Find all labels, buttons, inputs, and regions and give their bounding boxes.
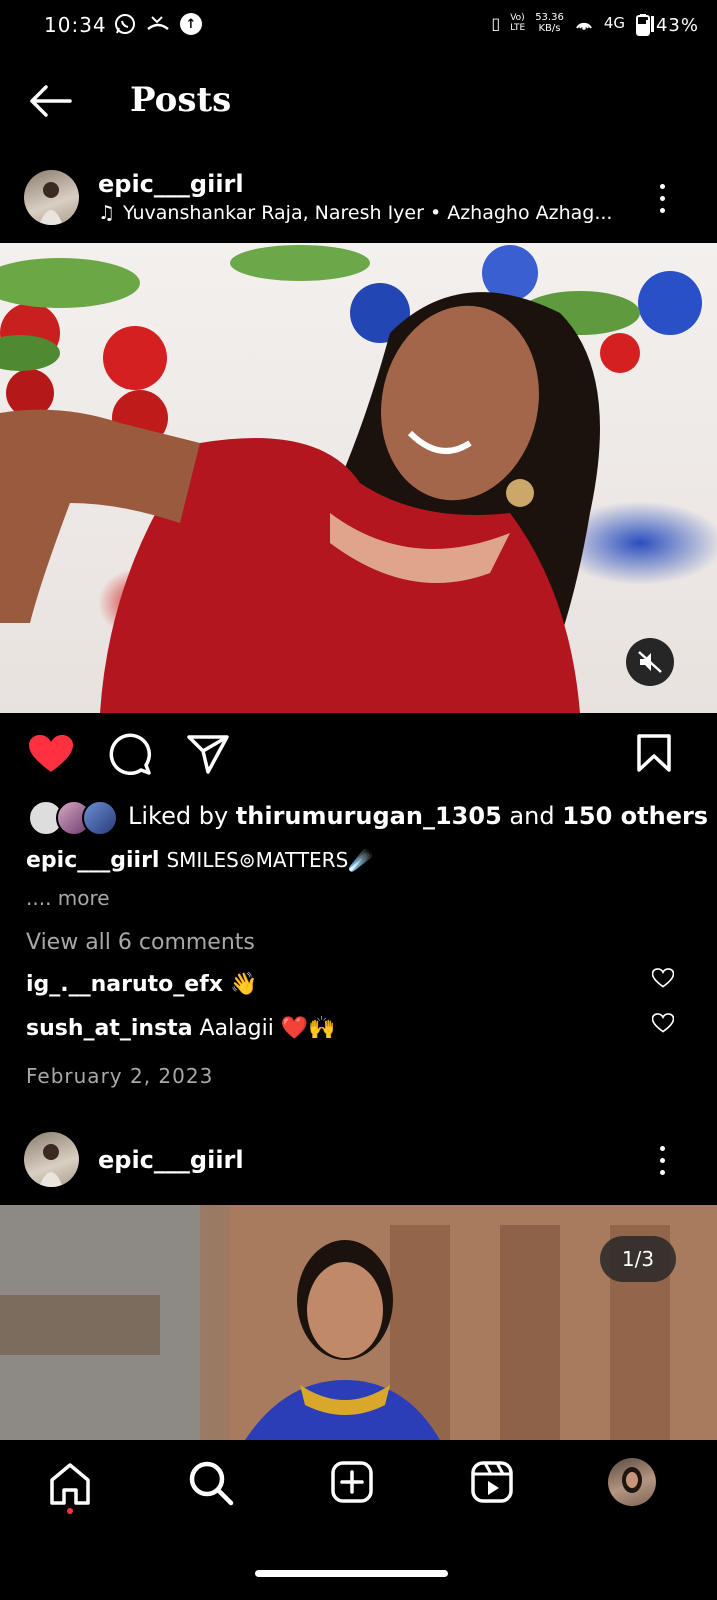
- upload-icon: ↑: [180, 13, 202, 35]
- heart-outline-icon: [651, 1013, 675, 1033]
- comment-row: sush_at_insta Aalagii ❤️🙌: [26, 1016, 336, 1041]
- more-dot: [660, 1170, 665, 1175]
- volte-indicator: Vo) LTE: [510, 13, 526, 33]
- more-dot: [660, 184, 665, 189]
- post-image[interactable]: [0, 243, 717, 713]
- status-bar: 10:34 ↑ ▯ Vo) LTE 53.36 KB/s 4G 43%: [0, 0, 717, 52]
- caption-text: SMILES⊚MATTERS☄️: [166, 848, 374, 872]
- nav-create[interactable]: [330, 1460, 374, 1508]
- back-button[interactable]: [28, 84, 72, 122]
- comment-text: Aalagii ❤️🙌: [199, 1016, 336, 1041]
- post-date: February 2, 2023: [26, 1064, 214, 1088]
- status-system-icons: ▯ Vo) LTE 53.36 KB/s 4G: [491, 12, 655, 34]
- post-music-info[interactable]: ♫ Yuvanshankar Raja, Naresh Iyer • Azhag…: [98, 202, 612, 224]
- comment-icon: [109, 733, 152, 776]
- heart-filled-icon: [29, 735, 73, 772]
- post-author-username[interactable]: epic___giirl: [98, 1146, 244, 1174]
- like-button[interactable]: [28, 734, 74, 778]
- more-dot: [660, 1158, 665, 1163]
- whatsapp-icon: [115, 14, 135, 34]
- liked-by-count[interactable]: 150 others: [562, 802, 708, 830]
- post-options-button[interactable]: [660, 184, 665, 213]
- post-caption: epic___giirl SMILES⊚MATTERS☄️: [26, 848, 373, 873]
- create-icon: [331, 1461, 373, 1503]
- comment-username[interactable]: ig_.__naruto_efx: [26, 972, 223, 997]
- music-note-icon: ♫: [98, 202, 116, 224]
- more-dot: [660, 208, 665, 213]
- caption-more-link[interactable]: .... more: [26, 886, 110, 910]
- vibrate-icon: ▯: [491, 13, 501, 33]
- hotspot-icon: [575, 22, 592, 30]
- caption-username[interactable]: epic___giirl: [26, 848, 159, 873]
- network-type: 4G: [603, 14, 625, 32]
- save-button[interactable]: [636, 733, 672, 777]
- status-notification-icons: ↑: [114, 13, 202, 35]
- music-label: Yuvanshankar Raja, Naresh Iyer • Azhagho…: [123, 202, 613, 224]
- gesture-bar: [255, 1570, 448, 1577]
- post-author-avatar[interactable]: [24, 170, 79, 225]
- heart-outline-icon: [651, 968, 675, 988]
- page-title: Posts: [130, 80, 232, 120]
- net-speed: 53.36 KB/s: [535, 12, 564, 34]
- avatar: [82, 800, 118, 836]
- post-author-username[interactable]: epic___giirl: [98, 170, 244, 198]
- liked-by-avatars[interactable]: [28, 800, 118, 836]
- status-time: 10:34: [44, 13, 107, 37]
- bookmark-icon: [637, 734, 671, 772]
- nav-search[interactable]: [188, 1460, 234, 1510]
- post-options-button[interactable]: [660, 1146, 665, 1175]
- arrow-left-icon: [30, 85, 72, 117]
- send-icon: [187, 735, 229, 774]
- missed-call-icon: [147, 16, 169, 31]
- comment-row: ig_.__naruto_efx 👋: [26, 972, 257, 997]
- share-button[interactable]: [186, 734, 230, 778]
- home-icon: [50, 1463, 90, 1505]
- post-author-avatar[interactable]: [24, 1132, 79, 1187]
- liked-by-text[interactable]: Liked by thirumurugan_1305 and 150 other…: [128, 802, 708, 830]
- search-icon: [189, 1461, 234, 1506]
- comment-like-button[interactable]: [651, 1013, 675, 1037]
- mute-button[interactable]: [626, 638, 674, 686]
- battery-level-icon: [635, 14, 650, 36]
- carousel-counter: 1/3: [600, 1236, 676, 1282]
- nav-home[interactable]: [46, 1460, 94, 1514]
- battery-indicator: 43%: [635, 14, 699, 36]
- comment-username[interactable]: sush_at_insta: [26, 1016, 193, 1041]
- more-dot: [660, 1146, 665, 1151]
- comment-button[interactable]: [108, 732, 152, 780]
- liked-by-user[interactable]: thirumurugan_1305: [236, 802, 502, 830]
- reels-icon: [471, 1461, 513, 1503]
- view-all-comments-link[interactable]: View all 6 comments: [26, 930, 255, 955]
- comment-text: 👋: [229, 972, 258, 997]
- volume-off-icon: [638, 651, 662, 673]
- nav-profile-avatar[interactable]: [608, 1458, 656, 1506]
- more-dot: [660, 196, 665, 201]
- notification-dot: [67, 1508, 73, 1514]
- comment-like-button[interactable]: [651, 968, 675, 992]
- nav-reels[interactable]: [470, 1460, 514, 1508]
